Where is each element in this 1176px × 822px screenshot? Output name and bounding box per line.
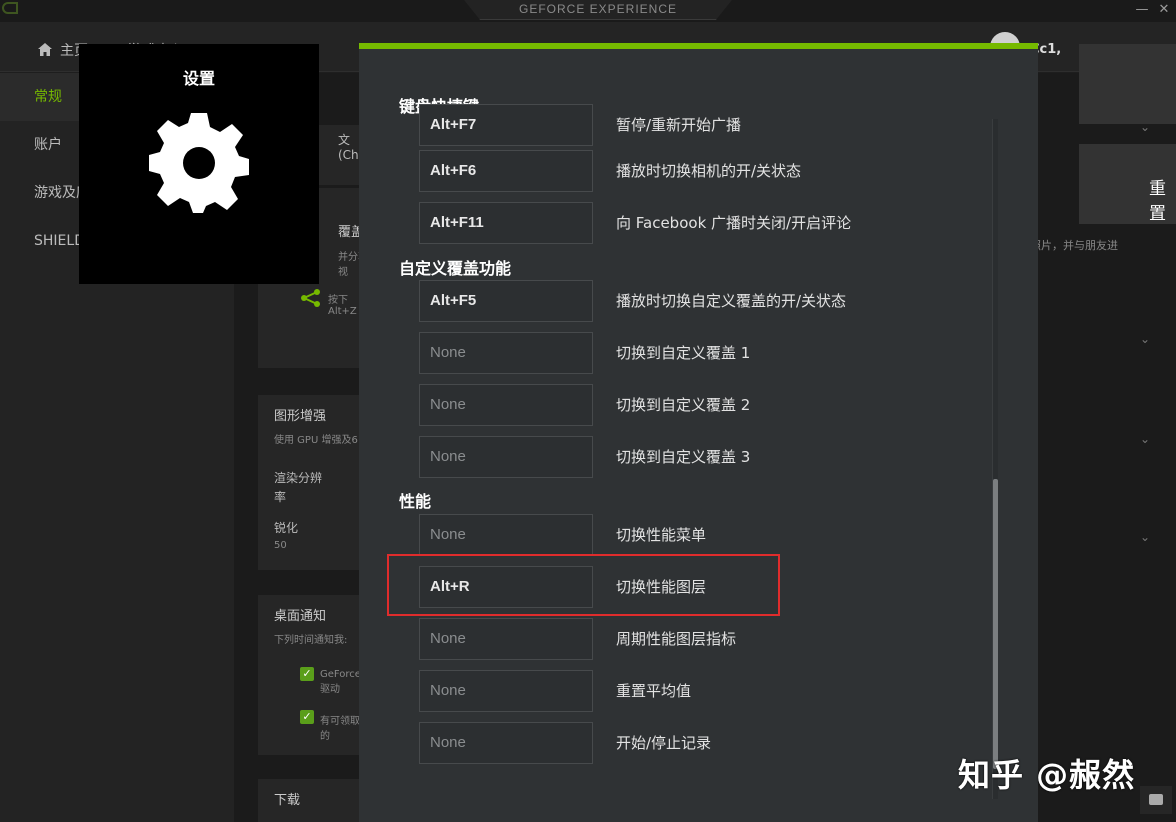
shortcut-row: Alt+F5 播放时切换自定义覆盖的开/关状态 [419,280,979,322]
shortcut-row: None 开始/停止记录 [419,722,979,764]
shortcut-row: None 重置平均值 [419,670,979,712]
chat-button[interactable] [1140,786,1172,814]
shortcut-key-field[interactable]: None [419,722,593,764]
download-card: 下载 [258,779,368,822]
shortcut-key-field[interactable]: None [419,618,593,660]
shortcut-label: 开始/停止记录 [616,734,712,752]
section-performance: 性能 [399,492,432,511]
chevron-down-icon[interactable]: ⌄ [1140,120,1150,134]
shortcut-row: Alt+F11 向 Facebook 广播时关闭/开启评论 [419,202,979,244]
close-button[interactable]: ✕ [1156,1,1172,19]
chevron-down-icon[interactable]: ⌄ [1140,432,1150,446]
shortcut-row: Alt+F6 播放时切换相机的开/关状态 [419,150,979,192]
graphics-title: 图形增强 [274,409,327,424]
home-icon [38,43,52,56]
shortcut-key-field[interactable]: Alt+F7 [419,104,593,146]
shortcut-label: 向 Facebook 广播时关闭/开启评论 [616,214,852,232]
shortcut-label: 切换到自定义覆盖 1 [616,344,751,362]
notify-checkbox-2[interactable]: ✓ [300,710,314,724]
notify-checkbox-1[interactable]: ✓ [300,667,314,681]
shortcut-label: 切换性能菜单 [616,526,707,544]
section-custom-overlay: 自定义覆盖功能 [399,259,512,278]
shortcut-label: 重置平均值 [616,682,692,700]
render-label-2: 率 [274,490,287,504]
notify-title: 桌面通知 [274,609,327,624]
shortcut-row: None 切换到自定义覆盖 3 [419,436,979,478]
graphics-card: 图形增强 使用 GPU 增强及6 渲染分辨 率 锐化 50 [258,395,368,570]
brand-tab: GEFORCE EXPERIENCE [464,0,732,20]
watermark: 知乎 @赧然 [958,756,1136,794]
shortcuts-panel: 键盘快捷键 Alt+F7 暂停/重新开始广播 Alt+F6 播放时切换相机的开/… [359,49,1038,822]
download-title: 下载 [274,793,301,808]
chevron-down-icon[interactable]: ⌄ [1140,530,1150,544]
shortcut-row: Alt+F7 暂停/重新开始广播 [419,104,979,146]
shortcut-row: None 切换到自定义覆盖 2 [419,384,979,426]
graphics-subtitle: 使用 GPU 增强及6 [274,435,358,446]
shortcut-key-field[interactable]: Alt+F5 [419,280,593,322]
shortcut-label: 暂停/重新开始广播 [616,116,742,134]
shortcut-key-field[interactable]: None [419,670,593,712]
shortcut-key-field[interactable]: None [419,384,593,426]
title-bar: GEFORCE EXPERIENCE — ✕ [0,0,1176,22]
shortcut-key-field[interactable]: None [419,332,593,374]
shortcut-label: 播放时切换自定义覆盖的开/关状态 [616,292,847,310]
shortcut-label: 切换到自定义覆盖 2 [616,396,751,414]
notify-card: 桌面通知 下列时间通知我: ✓ GeForce 驱动 ✓ 有可领取的 [258,595,368,755]
shortcut-key-field[interactable]: Alt+F6 [419,150,593,192]
shortcut-row: None 切换性能菜单 [419,514,979,556]
gear-icon [149,113,249,213]
scrollbar-thumb[interactable] [993,479,998,769]
settings-tile: 设置 [79,44,319,284]
share-icon [301,289,320,307]
sharpen-label: 锐化 [274,521,299,535]
overlay-description: 照片，并与朋友进 [1030,239,1118,252]
minimize-button[interactable]: — [1134,1,1150,19]
shortcut-row: None 周期性能图层指标 [419,618,979,660]
shortcut-key-field[interactable]: Alt+F11 [419,202,593,244]
sharpen-value: 50 [274,540,287,551]
render-label-1: 渲染分辨 [274,471,323,485]
nvidia-logo-icon [2,2,18,14]
shortcut-key-field[interactable]: None [419,514,593,556]
highlight-box [387,554,780,616]
shortcuts-dialog: 键盘快捷键 Alt+F7 暂停/重新开始广播 Alt+F6 播放时切换相机的开/… [359,43,1038,822]
shortcut-key-field[interactable]: None [419,436,593,478]
app-brand: GEFORCE EXPERIENCE [518,2,678,16]
settings-tile-title: 设置 [182,69,215,88]
reset-button[interactable]: 重置 [1079,144,1176,224]
shortcut-label: 切换到自定义覆盖 3 [616,448,751,466]
shortcut-label: 播放时切换相机的开/关状态 [616,162,802,180]
reset-label: 重置 [1149,179,1166,224]
right-action-box[interactable] [1079,44,1176,124]
chevron-down-icon[interactable]: ⌄ [1140,332,1150,346]
chat-icon [1149,794,1163,805]
shortcut-label: 周期性能图层指标 [616,630,737,648]
shortcut-row: None 切换到自定义覆盖 1 [419,332,979,374]
notify-subtitle: 下列时间通知我: [274,635,348,646]
